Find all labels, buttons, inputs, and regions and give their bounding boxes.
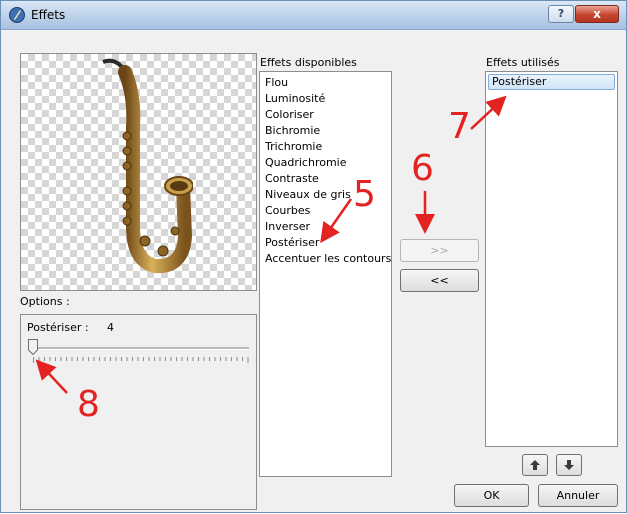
image-preview [20,53,257,291]
used-effects-list[interactable]: Postériser [485,71,618,447]
help-button[interactable]: ? [548,5,574,23]
posterize-param-label: Postériser : [27,321,89,334]
saxophone-image [102,58,193,274]
close-button[interactable]: x [575,5,619,23]
posterize-slider-thumb[interactable] [28,339,38,355]
available-effect-list-item[interactable]: Inverser [260,219,391,235]
options-label: Options : [20,295,70,308]
available-effects-list[interactable]: Flou Luminosité Coloriser Bichromie Trichrom… [259,71,392,477]
remove-effect-button[interactable]: << [400,269,479,292]
posterize-param-value: 4 [107,321,114,334]
annotation-8: 8 [77,384,100,425]
available-effect-list-item[interactable]: Coloriser [260,107,391,123]
posterize-slider-track[interactable] [29,347,249,350]
available-effect-list-item[interactable]: Postériser [260,235,391,251]
window-title: Effets [31,8,66,22]
cancel-button[interactable]: Annuler [538,484,618,507]
available-effect-list-item[interactable]: Flou [260,75,391,91]
arrow-down-icon [564,460,574,470]
available-effects-label: Effets disponibles [260,56,357,69]
add-effect-button[interactable]: >> [400,239,479,262]
used-effect-list-item[interactable]: Postériser [488,74,615,90]
annotation-7: 7 [448,106,471,147]
options-panel: Postériser : 4 [20,314,257,510]
available-effect-list-item[interactable]: Trichromie [260,139,391,155]
arrow-up-icon [530,460,540,470]
annotation-6: 6 [411,148,434,189]
available-effect-list-item[interactable]: Quadrichromie [260,155,391,171]
slider-ticks [33,357,249,363]
move-down-button[interactable] [556,454,582,476]
ok-button[interactable]: OK [454,484,529,507]
available-effect-list-item[interactable]: Luminosité [260,91,391,107]
effects-dialog: Effets ? x Options : Postériser: 4 Effe… [0,0,627,513]
title-bar: Effets ? x [1,1,626,30]
used-effects-label: Effets utilisés [486,56,560,69]
available-effect-list-item[interactable]: Bichromie [260,123,391,139]
move-up-button[interactable] [522,454,548,476]
app-icon [9,7,25,23]
available-effect-list-item[interactable]: Accentuer les contours [260,251,391,267]
annotation-5: 5 [353,174,376,215]
